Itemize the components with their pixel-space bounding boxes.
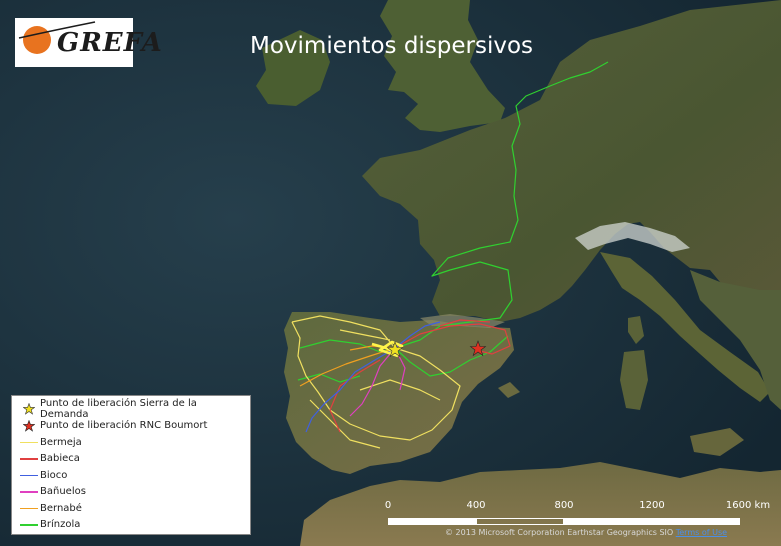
scale-bar: 0 400 800 1200 1600 km bbox=[382, 500, 770, 530]
scale-label: 800 bbox=[554, 500, 574, 511]
scale-label: 1600 km bbox=[725, 500, 771, 511]
scale-segment bbox=[476, 518, 564, 525]
legend-item-bioco: Bioco bbox=[18, 467, 244, 484]
red-star-icon bbox=[18, 419, 40, 432]
legend-label: Punto de liberación RNC Boumort bbox=[40, 420, 208, 432]
legend-line-swatch bbox=[20, 441, 38, 443]
legend-item-babieca: Babieca bbox=[18, 451, 244, 468]
scale-label: 0 bbox=[384, 500, 392, 511]
legend-item-sierra-demanda: Punto de liberación Sierra de la Demanda bbox=[18, 398, 244, 421]
legend-label: Bañuelos bbox=[40, 486, 86, 498]
terms-of-use-link[interactable]: Terms of Use bbox=[676, 528, 727, 537]
legend-line-swatch bbox=[20, 524, 38, 526]
legend-label: Brínzola bbox=[40, 519, 81, 531]
scale-segment bbox=[564, 518, 740, 525]
legend-label: Babieca bbox=[40, 453, 80, 465]
logo-sun bbox=[23, 26, 51, 54]
scale-segment bbox=[388, 518, 476, 525]
scale-label: 400 bbox=[466, 500, 486, 511]
legend-item-banuelos: Bañuelos bbox=[18, 484, 244, 501]
grefa-logo: GREFA bbox=[15, 18, 162, 67]
legend-line-swatch bbox=[20, 507, 38, 509]
legend-line-swatch bbox=[20, 458, 38, 460]
legend-item-brinzola: Brínzola bbox=[18, 517, 244, 534]
legend-line-swatch bbox=[20, 491, 38, 493]
yellow-star-icon bbox=[18, 403, 40, 416]
legend-item-bermeja: Bermeja bbox=[18, 434, 244, 451]
map-legend: Punto de liberación Sierra de la Demanda… bbox=[11, 395, 251, 535]
legend-label: Bioco bbox=[40, 469, 68, 481]
legend-label: Bermeja bbox=[40, 436, 82, 448]
legend-label: Bernabé bbox=[40, 502, 82, 514]
legend-item-bernabe: Bernabé bbox=[18, 500, 244, 517]
legend-line-swatch bbox=[20, 474, 38, 476]
legend-label: Punto de liberación Sierra de la Demanda bbox=[40, 398, 197, 421]
map-title: Movimientos dispersivos bbox=[250, 33, 534, 59]
logo-text: GREFA bbox=[57, 28, 163, 58]
scale-label: 1200 bbox=[639, 500, 665, 511]
attribution-text: © 2013 Microsoft Corporation Earthstar G… bbox=[445, 528, 674, 537]
map-attribution: © 2013 Microsoft Corporation Earthstar G… bbox=[445, 528, 727, 537]
